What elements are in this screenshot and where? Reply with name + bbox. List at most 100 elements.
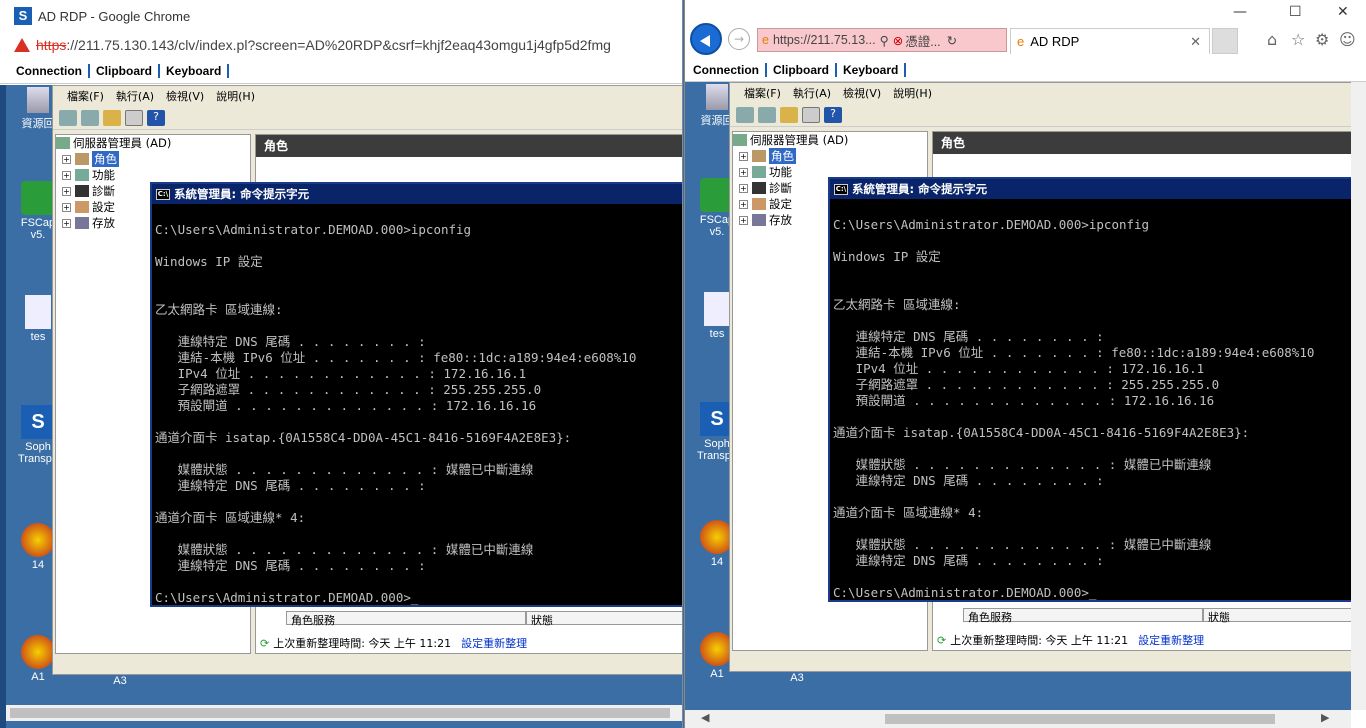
expand-icon[interactable]: + (739, 215, 748, 225)
clipboard-menu[interactable]: Clipboard (767, 62, 837, 77)
search-icon[interactable]: ⚲ (880, 33, 889, 48)
pane-title: 角色 (256, 135, 682, 157)
tree-root[interactable]: 伺服器管理員 (AD) (733, 132, 927, 148)
horizontal-scrollbar[interactable] (6, 705, 682, 721)
console-tree-icon[interactable] (802, 106, 820, 123)
expand-icon[interactable]: + (739, 151, 748, 161)
server-manager-menubar: 檔案(F) 執行(A) 檢視(V) 說明(H) (730, 83, 1351, 103)
roles-icon (752, 150, 766, 162)
server-icon (733, 134, 747, 146)
menu-view[interactable]: 檢視(V) (160, 88, 210, 104)
cmd-line: C:\Users\Administrator.DEMOAD.000>ipconf… (833, 217, 1150, 232)
expand-icon[interactable]: + (62, 154, 71, 164)
cmd-line (155, 286, 682, 302)
window-title: AD RDP - Google Chrome (38, 8, 191, 24)
cmd-line: C:\Users\Administrator.DEMOAD.000>ipconf… (155, 222, 472, 237)
keyboard-menu[interactable]: Keyboard (160, 63, 230, 78)
desktop-icon-a3[interactable]: A3 (90, 675, 150, 687)
scroll-left-icon[interactable]: ◀ (701, 711, 709, 724)
up-folder-icon[interactable] (103, 109, 121, 126)
home-icon[interactable]: ⌂ (1267, 30, 1277, 49)
cmd-line: 乙太網路卡 區域連線: (833, 297, 961, 312)
chrome-address-bar[interactable]: https://211.75.130.143/clv/index.pl?scre… (0, 32, 682, 58)
tree-item-roles[interactable]: + 角色 (56, 151, 250, 167)
expand-icon[interactable]: + (62, 218, 71, 228)
scrollbar-thumb[interactable] (885, 714, 1275, 724)
expand-icon[interactable]: + (62, 186, 71, 196)
console-tree-icon[interactable] (125, 109, 143, 126)
horizontal-scrollbar[interactable]: ◀ ▶ (685, 710, 1351, 728)
favorites-star-icon[interactable]: ☆ (1291, 30, 1305, 49)
expand-icon[interactable]: + (739, 167, 748, 177)
expand-icon[interactable]: + (62, 202, 71, 212)
desktop-icon-a3[interactable]: A3 (767, 672, 827, 684)
forward-button[interactable]: → (728, 28, 750, 50)
cmd-line: 通道介面卡 isatap.{0A1558C4-DD0A-45C1-8416-51… (833, 425, 1250, 440)
cmd-line: C:\Users\Administrator.DEMOAD.000>_ (155, 590, 419, 605)
recycle-bin-icon (706, 84, 728, 110)
scroll-right-icon[interactable]: ▶ (1321, 711, 1329, 724)
url-scheme: https (36, 37, 67, 53)
cmd-line: 乙太網路卡 區域連線: (155, 302, 283, 317)
menu-action[interactable]: 執行(A) (787, 85, 837, 101)
sophos-logo-icon: S (14, 7, 32, 25)
keyboard-menu[interactable]: Keyboard (837, 62, 907, 77)
maximize-icon[interactable]: ☐ (1289, 4, 1302, 20)
remote-desktop-left[interactable]: 資源回 FSCap v5. tes S Soph Transpa 14 A1 A… (0, 85, 682, 728)
cmd-output[interactable]: C:\Users\Administrator.DEMOAD.000>ipconf… (830, 199, 1351, 601)
cmd-output[interactable]: C:\Users\Administrator.DEMOAD.000>ipconf… (152, 204, 682, 606)
up-folder-icon[interactable] (780, 106, 798, 123)
menu-view[interactable]: 檢視(V) (837, 85, 887, 101)
tree-item-roles[interactable]: + 角色 (733, 148, 927, 164)
expand-icon[interactable]: + (739, 183, 748, 193)
tree-root[interactable]: 伺服器管理員 (AD) (56, 135, 250, 151)
forward-arrow-icon[interactable] (81, 109, 99, 126)
help-icon[interactable]: ? (147, 109, 165, 126)
minimize-icon[interactable]: — (1233, 4, 1247, 20)
menu-action[interactable]: 執行(A) (110, 88, 160, 104)
tree-item-features[interactable]: + 功能 (56, 167, 250, 183)
column-role-services[interactable]: 角色服務 (963, 608, 1203, 624)
command-prompt-window[interactable]: C:\ 系統管理員: 命令提示字元 C:\Users\Administrator… (150, 182, 682, 607)
cmd-line: 通道介面卡 isatap.{0A1558C4-DD0A-45C1-8416-51… (155, 430, 572, 445)
tab-close-icon[interactable]: ✕ (1190, 34, 1201, 50)
column-role-services[interactable]: 角色服務 (286, 611, 526, 627)
recycle-bin-icon (27, 87, 49, 113)
menu-file[interactable]: 檔案(F) (61, 88, 110, 104)
new-tab-button[interactable] (1212, 28, 1238, 54)
ie-window: — ☐ ✕ → e https://211.75.13... ⚲ ⊗ 憑證...… (684, 0, 1366, 728)
cmd-icon: C:\ (834, 183, 848, 195)
back-button[interactable] (690, 23, 722, 55)
configure-refresh-link[interactable]: 設定重新整理 (1138, 632, 1204, 648)
clipboard-menu[interactable]: Clipboard (90, 63, 160, 78)
back-arrow-icon[interactable] (59, 109, 77, 126)
cmd-line (155, 526, 682, 542)
ie-tab[interactable]: e AD RDP ✕ (1010, 28, 1210, 54)
cmd-line (155, 574, 682, 590)
vertical-scrollbar[interactable] (1351, 82, 1366, 710)
refresh-icon[interactable]: ↻ (947, 33, 957, 48)
expand-icon[interactable]: + (62, 170, 71, 180)
forward-arrow-icon[interactable] (758, 106, 776, 123)
remote-desktop-right[interactable]: 資源回 FSCap v5. tes S Soph Transpa 14 A1 A… (685, 82, 1351, 710)
close-icon[interactable]: ✕ (1337, 4, 1349, 20)
command-prompt-window[interactable]: C:\ 系統管理員: 命令提示字元 C:\Users\Administrator… (828, 177, 1351, 602)
smiley-icon[interactable]: ☺ (1339, 30, 1356, 49)
help-icon[interactable]: ? (824, 106, 842, 123)
menu-file[interactable]: 檔案(F) (738, 85, 787, 101)
connection-menu[interactable]: Connection (687, 62, 767, 77)
menu-help[interactable]: 說明(H) (887, 85, 938, 101)
configure-refresh-link[interactable]: 設定重新整理 (461, 635, 527, 651)
back-arrow-icon[interactable] (736, 106, 754, 123)
connection-menu[interactable]: Connection (10, 63, 90, 78)
column-status[interactable]: 狀態 (526, 611, 682, 627)
storage-icon (75, 217, 89, 229)
cmd-line (833, 489, 1351, 505)
menu-help[interactable]: 說明(H) (210, 88, 261, 104)
cmd-line: 子網路遮罩 . . . . . . . . . . . . : 255.255.… (155, 382, 542, 397)
ie-address-bar[interactable]: e https://211.75.13... ⚲ ⊗ 憑證... ↻ (757, 28, 1007, 52)
expand-icon[interactable]: + (739, 199, 748, 209)
gear-icon[interactable]: ⚙ (1315, 30, 1329, 49)
scrollbar-thumb[interactable] (10, 708, 670, 718)
column-status[interactable]: 狀態 (1203, 608, 1351, 624)
